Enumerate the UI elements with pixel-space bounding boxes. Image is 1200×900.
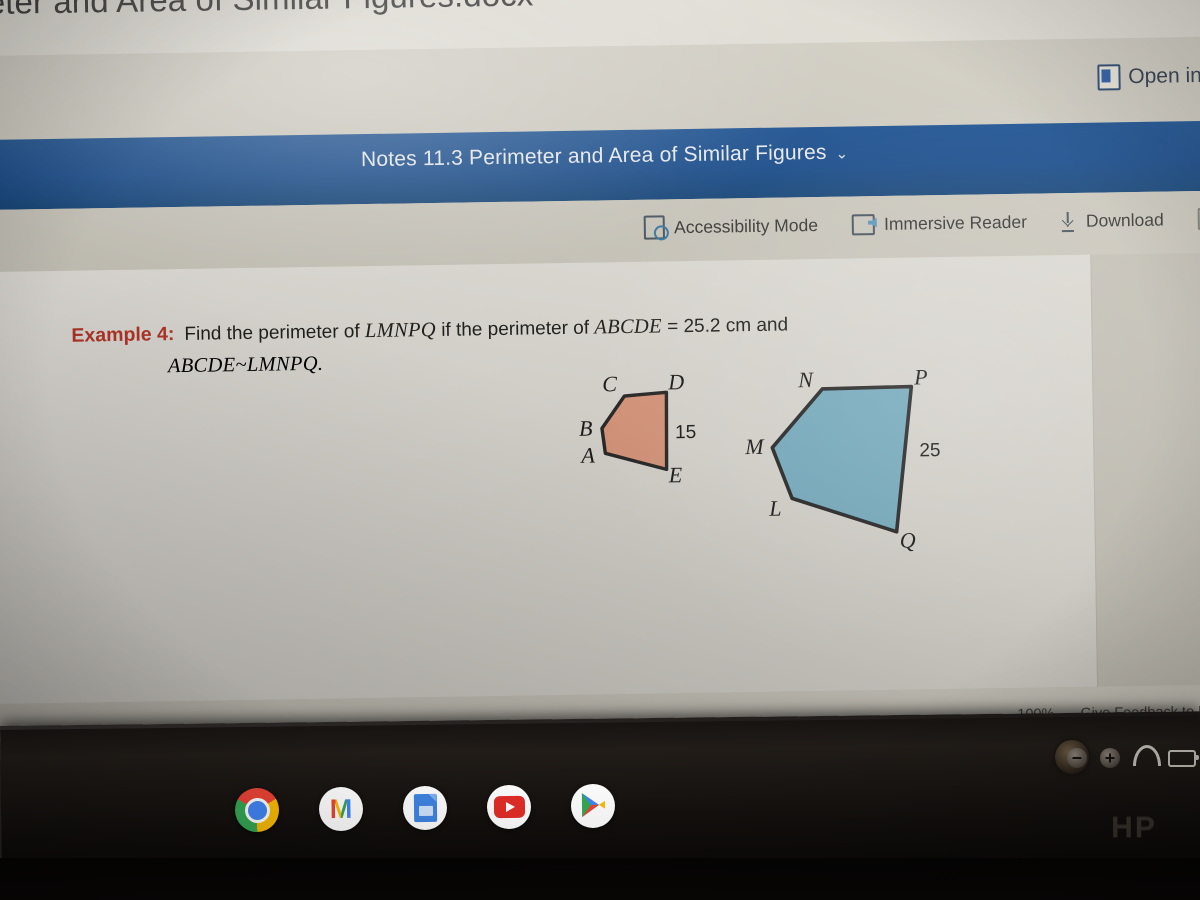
browser-window: erimeter and Area of Similar Figures.doc… xyxy=(0,0,1200,742)
download-icon xyxy=(1061,212,1077,230)
brightness-down-icon[interactable] xyxy=(1067,748,1087,768)
laptop-screen-photo: erimeter and Area of Similar Figures.doc… xyxy=(0,0,1200,900)
vertex-label-a: A xyxy=(581,442,596,468)
open-in-word-button[interactable]: Open in W xyxy=(1097,63,1200,91)
vertex-label-b: B xyxy=(578,415,593,441)
download-label: Download xyxy=(1085,209,1164,231)
vertex-label-p: P xyxy=(913,364,928,390)
example-text-a: Find the perimeter of xyxy=(184,321,366,345)
side-label-15: 15 xyxy=(674,421,697,444)
immersive-reader-button[interactable]: Immersive Reader xyxy=(851,211,1028,235)
wifi-icon[interactable] xyxy=(1133,750,1155,766)
figure-name-abcde: ABCDE xyxy=(594,315,663,339)
document-title-menu[interactable]: Notes 11.3 Perimeter and Area of Similar… xyxy=(0,135,1200,178)
similarity-statement: ABCDE~LMNPQ. xyxy=(167,352,324,378)
vertex-label-c: C xyxy=(602,371,618,397)
accessibility-mode-button[interactable]: Accessibility Mode xyxy=(643,213,819,240)
youtube-glyph xyxy=(493,795,525,819)
example-block: Example 4: Find the perimeter of LMNPQ i… xyxy=(71,310,992,379)
accessibility-icon xyxy=(643,215,666,240)
vertex-label-e: E xyxy=(668,462,683,488)
system-tray[interactable] xyxy=(1067,748,1199,768)
chevron-down-icon[interactable]: ⌄ xyxy=(835,145,848,162)
example-label: Example 4: xyxy=(71,323,175,347)
side-label-25: 25 xyxy=(919,440,941,462)
vertex-label-l: L xyxy=(769,495,782,521)
chrome-icon[interactable] xyxy=(234,787,280,833)
laptop-base xyxy=(0,858,1200,900)
gmail-letter: M xyxy=(329,793,353,824)
large-pentagon-shape xyxy=(770,384,914,534)
open-in-word-label: Open in W xyxy=(1128,63,1200,89)
document-canvas: Example 4: Find the perimeter of LMNPQ i… xyxy=(0,252,1200,705)
gmail-icon[interactable]: M xyxy=(318,786,364,832)
example-sentence: Find the perimeter of LMNPQ if the perim… xyxy=(184,313,788,345)
brightness-up-icon[interactable] xyxy=(1100,748,1120,768)
download-button[interactable]: Download xyxy=(1061,209,1164,232)
file-title: erimeter and Area of Similar Figures.doc… xyxy=(0,0,534,23)
hp-brand-logo: HP xyxy=(1111,811,1157,844)
example-text-b: if the perimeter of xyxy=(435,317,595,341)
google-docs-icon[interactable] xyxy=(402,785,448,831)
word-document-icon xyxy=(1097,64,1121,91)
figure-name-lmnpq: LMNPQ xyxy=(364,318,437,343)
accessibility-mode-label: Accessibility Mode xyxy=(673,214,819,237)
vertex-label-m: M xyxy=(745,433,764,460)
small-pentagon-shape xyxy=(600,390,669,472)
play-glyph xyxy=(579,791,607,821)
document-title-text: Notes 11.3 Perimeter and Area of Similar… xyxy=(360,140,827,172)
example-text-c: = 25.2 cm and xyxy=(661,314,789,338)
immersive-reader-label: Immersive Reader xyxy=(883,211,1028,234)
play-store-icon[interactable] xyxy=(570,783,616,829)
document-page: Example 4: Find the perimeter of LMNPQ i… xyxy=(0,254,1099,705)
vertex-label-n: N xyxy=(798,367,814,393)
battery-icon[interactable] xyxy=(1168,749,1199,767)
pentagons-drawing xyxy=(600,384,914,534)
immersive-reader-icon xyxy=(851,213,876,235)
youtube-icon[interactable] xyxy=(486,784,532,830)
figures-group: C D B A E 15 N P M L Q 25 xyxy=(552,364,975,592)
vertex-label-q: Q xyxy=(899,527,916,553)
docs-glyph xyxy=(413,793,437,823)
vertex-label-d: D xyxy=(668,369,685,395)
